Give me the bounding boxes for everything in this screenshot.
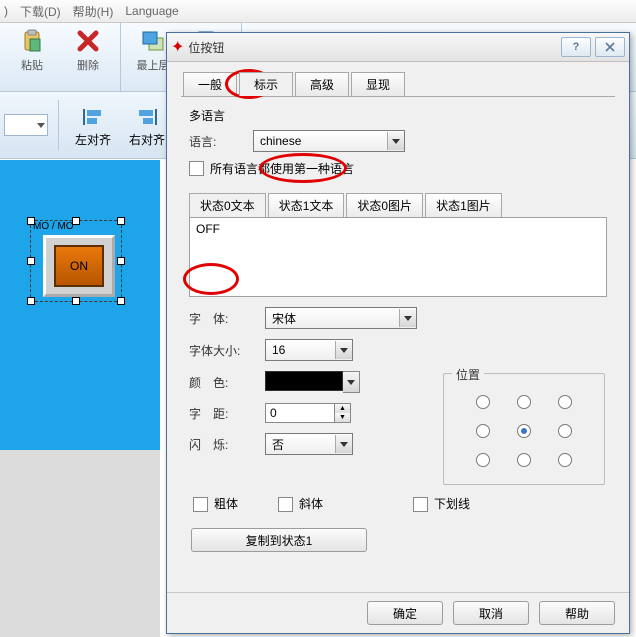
tab-state0-text[interactable]: 状态0文本 xyxy=(189,193,266,217)
pos-tl[interactable] xyxy=(476,395,490,409)
all-lang-checkbox[interactable] xyxy=(189,161,204,176)
ok-button[interactable]: 确定 xyxy=(367,601,443,625)
tab-state1-text[interactable]: 状态1文本 xyxy=(268,193,345,217)
pos-mr[interactable] xyxy=(558,424,572,438)
design-canvas[interactable]: MO / MO ON xyxy=(0,160,160,450)
menu-item[interactable]: 下载(D) xyxy=(20,3,61,20)
widget-button: ON xyxy=(43,235,115,297)
position-label: 位置 xyxy=(452,366,484,383)
resize-handle[interactable] xyxy=(117,257,125,265)
dropdown-slot[interactable] xyxy=(4,114,48,136)
x-icon xyxy=(74,27,102,55)
bold-option[interactable]: 粗体 xyxy=(193,495,238,512)
pos-bc[interactable] xyxy=(517,453,531,467)
copy-to-state1-button[interactable]: 复制到状态1 xyxy=(191,528,367,552)
dialog-icon: ✦ xyxy=(171,37,184,57)
resize-handle[interactable] xyxy=(27,217,35,225)
blink-label: 闪 烁: xyxy=(189,436,265,453)
tab-mark[interactable]: 标示 xyxy=(239,72,293,96)
main-tabs: 一般 标示 高级 显现 xyxy=(183,72,629,96)
kerning-spinner[interactable]: ▲▼ xyxy=(265,403,351,423)
fontsize-select[interactable]: 16 xyxy=(265,339,353,361)
clipboard-icon xyxy=(18,27,46,55)
blink-select[interactable]: 否 xyxy=(265,433,353,455)
spin-down[interactable]: ▼ xyxy=(335,413,350,422)
tab-state1-image[interactable]: 状态1图片 xyxy=(425,193,502,217)
canvas-gray-area xyxy=(0,450,160,637)
tab-general[interactable]: 一般 xyxy=(183,72,237,96)
chevron-down-icon xyxy=(335,435,352,453)
font-select[interactable]: 宋体 xyxy=(265,307,417,329)
help-button[interactable]: 帮助 xyxy=(539,601,615,625)
kerning-label: 字 距: xyxy=(189,405,265,422)
titlebar[interactable]: ✦ 位按钮 ? xyxy=(167,33,629,62)
resize-handle[interactable] xyxy=(72,297,80,305)
font-label: 字 体: xyxy=(189,310,265,327)
resize-handle[interactable] xyxy=(27,297,35,305)
color-swatch[interactable] xyxy=(265,371,343,391)
selected-widget[interactable]: MO / MO ON xyxy=(30,220,122,302)
pos-br[interactable] xyxy=(558,453,572,467)
pos-bl[interactable] xyxy=(476,453,490,467)
all-lang-label: 所有语言都使用第一种语言 xyxy=(210,160,354,177)
resize-handle[interactable] xyxy=(27,257,35,265)
kerning-input[interactable] xyxy=(265,403,335,423)
inner-tabs: 状态0文本 状态1文本 状态0图片 状态1图片 xyxy=(189,193,607,217)
close-window-button[interactable] xyxy=(595,37,625,57)
pos-tc[interactable] xyxy=(517,395,531,409)
resize-handle[interactable] xyxy=(72,217,80,225)
align-right-button[interactable]: 右对齐 xyxy=(123,103,171,148)
dialog-footer: 确定 取消 帮助 xyxy=(167,592,629,633)
pos-tr[interactable] xyxy=(558,395,572,409)
tab-state0-image[interactable]: 状态0图片 xyxy=(346,193,423,217)
paste-button[interactable]: 粘贴 xyxy=(8,27,56,91)
menu-item[interactable]: ) xyxy=(4,4,8,18)
resize-handle[interactable] xyxy=(117,217,125,225)
language-label: 语言: xyxy=(189,133,253,150)
underline-option[interactable]: 下划线 xyxy=(413,495,470,512)
pos-ml[interactable] xyxy=(476,424,490,438)
pos-mc[interactable] xyxy=(517,424,531,438)
multilang-label: 多语言 xyxy=(189,107,607,124)
chevron-down-icon xyxy=(399,309,416,327)
resize-handle[interactable] xyxy=(117,297,125,305)
tab-advanced[interactable]: 高级 xyxy=(295,72,349,96)
bit-button-dialog: ✦ 位按钮 ? 一般 标示 高级 显现 多语言 语言: chinese 所有语 xyxy=(166,32,630,634)
fontsize-label: 字体大小: xyxy=(189,342,265,359)
position-fieldset: 位置 xyxy=(443,373,605,485)
color-dropdown[interactable] xyxy=(343,371,360,393)
widget-face: ON xyxy=(54,245,104,287)
language-select[interactable]: chinese xyxy=(253,130,405,152)
state-text-input[interactable]: OFF xyxy=(189,217,607,297)
delete-button[interactable]: 删除 xyxy=(64,27,112,91)
menu-item[interactable]: 帮助(H) xyxy=(73,3,114,20)
dialog-title: 位按钮 xyxy=(188,39,557,56)
align-left-button[interactable]: 左对齐 xyxy=(69,103,117,148)
cancel-button[interactable]: 取消 xyxy=(453,601,529,625)
align-right-icon xyxy=(133,103,161,131)
color-label: 颜 色: xyxy=(189,374,265,391)
italic-option[interactable]: 斜体 xyxy=(278,495,323,512)
chevron-down-icon xyxy=(387,132,404,150)
align-left-icon xyxy=(79,103,107,131)
help-window-button[interactable]: ? xyxy=(561,37,591,57)
chevron-down-icon xyxy=(335,341,352,359)
spin-up[interactable]: ▲ xyxy=(335,404,350,413)
menubar: ) 下载(D) 帮助(H) Language xyxy=(0,0,636,23)
widget-tag: MO / MO xyxy=(33,221,74,232)
menu-item[interactable]: Language xyxy=(125,4,178,18)
tab-visible[interactable]: 显现 xyxy=(351,72,405,96)
layers-front-icon xyxy=(139,27,167,55)
